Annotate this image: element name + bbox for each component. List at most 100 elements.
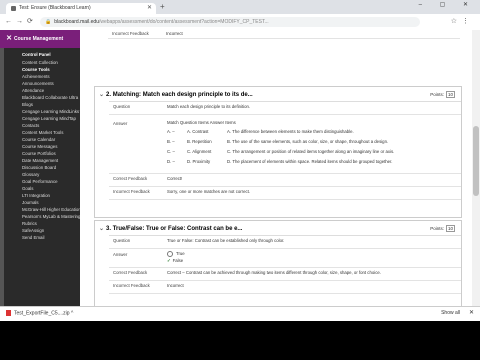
tab-strip: Test: Ensure (Blackboard Learn) ✕ + – ▢ …: [0, 0, 480, 14]
lock-icon: 🔒: [45, 19, 52, 25]
question-2-card: ⌄ 2. Matching: Match each design principl…: [94, 86, 462, 218]
show-all-button[interactable]: Show all: [441, 310, 460, 316]
sidebar-item[interactable]: LTI Integration: [0, 192, 80, 199]
correct-feedback-value: Correct!: [167, 176, 183, 181]
question-label: Question: [113, 238, 131, 243]
sidebar-item-content-collection[interactable]: Content Collection: [0, 59, 80, 66]
course-management-label: Course Management: [14, 36, 64, 42]
question-2-title[interactable]: ⌄ 2. Matching: Match each design principl…: [99, 91, 253, 98]
match-item: D. Proximity: [187, 159, 211, 164]
check-icon: ✓: [167, 258, 171, 263]
sidebar-item[interactable]: Date Management: [0, 157, 80, 164]
download-bar: Test_ExportFile_C5....zip ^ Show all ✕: [0, 306, 480, 321]
answer-label: Answer: [113, 121, 128, 126]
question-3-points: Points: 10: [430, 225, 455, 232]
question-2-table: Question Match each design principle to …: [109, 101, 461, 200]
incorrect-feedback-label: Incorrect Feedback: [113, 283, 150, 288]
browser-tab[interactable]: Test: Ensure (Blackboard Learn) ✕: [6, 3, 156, 14]
sidebar-item[interactable]: Course Messages: [0, 143, 80, 150]
question-3-title[interactable]: ⌄ 3. True/False: True or False: Contrast …: [99, 225, 242, 232]
incorrect-feedback-value: Sorry, one or more matches are not corre…: [167, 189, 251, 194]
sidebar-item[interactable]: Cengage Learning MindLinks™: [0, 108, 84, 115]
scrollbar-thumb[interactable]: [473, 126, 479, 196]
course-management-header[interactable]: ✕ Course Management: [0, 30, 80, 48]
sidebar-item[interactable]: Rubrics: [0, 220, 80, 227]
prev-question-table: Incorrect Feedback Incorrect: [108, 30, 460, 39]
sidebar-item[interactable]: McGraw-Hill Higher Education: [0, 206, 81, 213]
main-content: Incorrect Feedback Incorrect ⌄ 2. Matchin…: [80, 30, 472, 306]
url-input[interactable]: 🔒 blackboard.mail.edu/webapps/assessment/…: [40, 17, 420, 27]
sidebar-item[interactable]: Course Portfolios: [0, 150, 80, 157]
question-2-points: Points: 10: [430, 91, 455, 98]
chevron-up-icon[interactable]: ^: [71, 310, 73, 316]
incorrect-feedback-label: Incorrect Feedback: [112, 31, 149, 36]
table-row: Question True or False: Contrast can be …: [109, 236, 461, 249]
correct-feedback-label: Correct Feedback: [113, 270, 148, 275]
radio-unchecked-icon[interactable]: [167, 251, 173, 257]
sidebar-item[interactable]: Discussion Board: [0, 164, 80, 171]
table-row: Answer True ✓ False: [109, 249, 461, 268]
table-row: Incorrect Feedback Sorry, one or more ma…: [109, 187, 461, 200]
points-label: Points:: [430, 226, 444, 231]
chevron-down-icon[interactable]: ⌄: [99, 92, 104, 98]
sidebar-item[interactable]: Goals: [0, 185, 80, 192]
question-text: True or False: Contrast can be establish…: [167, 238, 285, 243]
control-panel-header[interactable]: Control Panel: [0, 50, 80, 59]
sidebar-item[interactable]: Achievements: [0, 73, 80, 80]
page-scrollbar[interactable]: [472, 30, 480, 306]
answer-option-true[interactable]: True: [167, 251, 185, 257]
question-3-card: ⌄ 3. True/False: True or False: Contrast …: [94, 220, 462, 306]
download-item[interactable]: Test_ExportFile_C5....zip ^: [6, 310, 73, 316]
incorrect-feedback-value: Incorrect: [167, 283, 184, 288]
points-value-input[interactable]: 10: [445, 225, 455, 232]
sidebar-item[interactable]: Blackboard Collaborate Ultra: [0, 94, 80, 101]
course-tools-header[interactable]: Course Tools: [0, 66, 80, 73]
match-item: C. Alignment: [187, 149, 212, 154]
answer-label: Answer: [113, 252, 128, 257]
points-value-input[interactable]: 10: [445, 91, 455, 98]
question-text: Match each design principle to its defin…: [167, 104, 251, 109]
sidebar-item[interactable]: Contacts: [0, 122, 80, 129]
sidebar-item[interactable]: Announcements: [0, 80, 80, 87]
sidebar-item[interactable]: Blogs: [0, 101, 80, 108]
url-domain: blackboard.mail.edu: [54, 19, 99, 25]
sidebar-item[interactable]: Goal Performance: [0, 178, 80, 185]
file-icon: [6, 310, 11, 316]
nav-buttons[interactable]: ←→⟳: [5, 17, 37, 25]
browser-tools[interactable]: ☆⋮: [451, 17, 474, 25]
course-tools-list: Achievements Announcements Attendance Black…: [0, 73, 84, 241]
table-row: Incorrect Feedback Incorrect: [108, 30, 460, 39]
answer-false-text: False: [172, 258, 184, 263]
sidebar-item[interactable]: Attendance: [0, 87, 80, 94]
close-download-bar-icon[interactable]: ✕: [469, 309, 474, 316]
sidebar-item[interactable]: Content Market Tools: [0, 129, 80, 136]
sidebar-item[interactable]: Send Email: [0, 234, 80, 241]
new-tab-icon[interactable]: +: [160, 2, 165, 11]
sidebar-item[interactable]: Journals: [0, 199, 80, 206]
question-2-title-text: 2. Matching: Match each design principle…: [106, 92, 253, 98]
chevron-down-icon[interactable]: ⌄: [99, 226, 104, 232]
question-3-table: Question True or False: Contrast can be …: [109, 235, 461, 294]
match-answer: C. The arrangement or position of relate…: [227, 149, 395, 154]
close-tab-icon[interactable]: ✕: [147, 3, 152, 14]
close-menu-icon[interactable]: ✕: [4, 30, 14, 48]
answer-header: Match Question Items Answer Items: [167, 120, 236, 125]
table-row: Correct Feedback Correct!: [109, 174, 461, 187]
question-label: Question: [113, 104, 131, 109]
correct-feedback-label: Correct Feedback: [113, 176, 148, 181]
sidebar-item[interactable]: Course Calendar: [0, 136, 80, 143]
answer-option-false[interactable]: ✓ False: [167, 258, 183, 264]
match-item: B. Repetition: [187, 139, 212, 144]
address-bar-row: ←→⟳ 🔒 blackboard.mail.edu/webapps/assessm…: [0, 14, 480, 31]
table-row: Question Match each design principle to …: [109, 102, 461, 115]
browser-window: Test: Ensure (Blackboard Learn) ✕ + – ▢ …: [0, 0, 480, 321]
answer-true-text: True: [176, 251, 185, 257]
window-controls[interactable]: – ▢ ✕: [419, 1, 476, 8]
match-prefix: A. –: [167, 129, 175, 134]
correct-feedback-value: Correct – Contrast can be achieved throu…: [167, 270, 381, 275]
sidebar-item[interactable]: SafeAssign: [0, 227, 80, 234]
sidebar-item[interactable]: Pearson's MyLab & Mastering: [0, 213, 80, 220]
sidebar-item[interactable]: Cengage Learning MindTap: [0, 115, 80, 122]
sidebar-item[interactable]: Glossary: [0, 171, 80, 178]
url-path: /webapps/assessment/do/content/assessmen…: [98, 19, 269, 25]
